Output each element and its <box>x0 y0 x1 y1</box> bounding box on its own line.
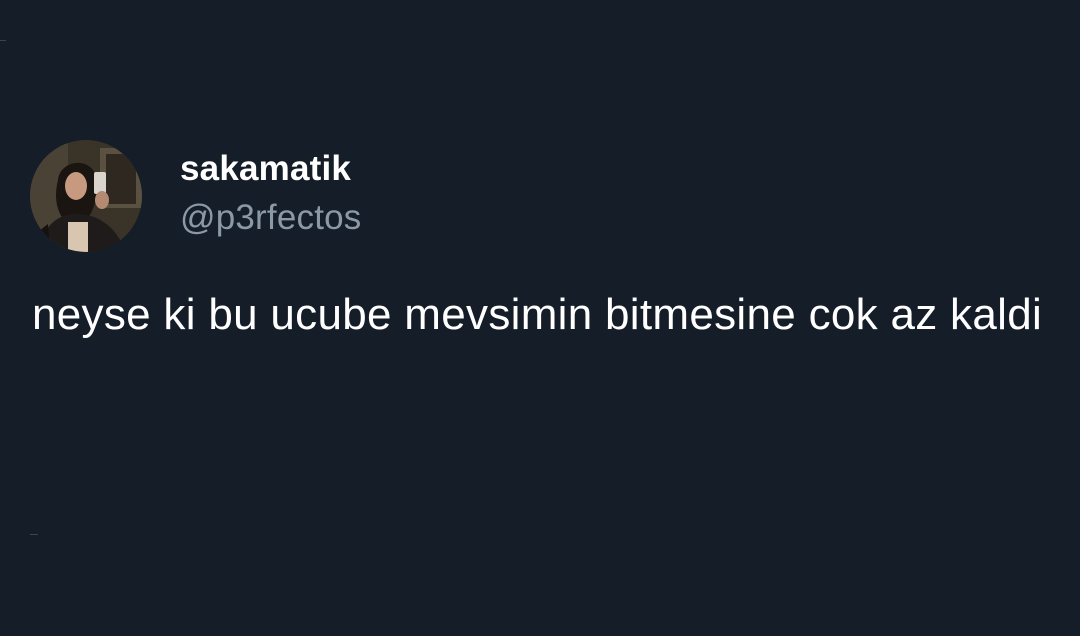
edge-divider <box>0 40 6 41</box>
user-handle[interactable]: @p3rfectos <box>180 196 362 240</box>
author-names: sakamatik @p3rfectos <box>180 148 362 240</box>
profile-photo-icon <box>30 140 142 252</box>
tweet-header: sakamatik @p3rfectos <box>30 139 362 253</box>
edge-divider <box>30 534 38 535</box>
tweet-card: sakamatik @p3rfectos neyse ki bu ucube m… <box>0 0 1080 636</box>
display-name[interactable]: sakamatik <box>180 148 362 190</box>
tweet-text: neyse ki bu ucube mevsimin bitmesine cok… <box>32 290 1043 339</box>
avatar[interactable] <box>30 140 142 252</box>
